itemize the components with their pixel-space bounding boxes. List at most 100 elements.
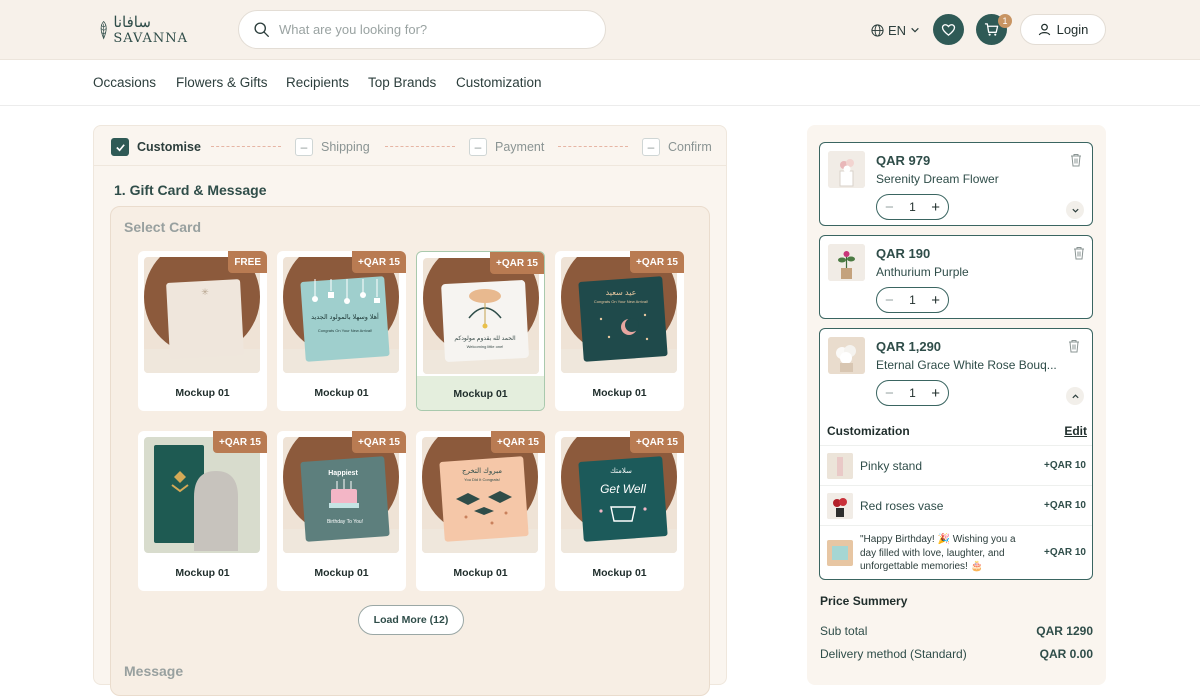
expand-button[interactable] bbox=[1066, 201, 1084, 219]
card-option-7[interactable]: مبروك التخرج You Did It Congrats! +QAR 1… bbox=[416, 431, 545, 591]
addon-thumbnail bbox=[827, 540, 853, 566]
step-divider bbox=[558, 146, 628, 147]
step-shipping[interactable]: – Shipping bbox=[295, 138, 370, 156]
card-price-tag: +QAR 15 bbox=[352, 251, 406, 273]
nav-item-top-brands[interactable]: Top Brands bbox=[368, 75, 436, 90]
svg-text:سلامتك: سلامتك bbox=[610, 468, 632, 475]
svg-text:عيد سعيد: عيد سعيد bbox=[606, 288, 637, 297]
card-label: Mockup 01 bbox=[175, 567, 230, 579]
product-thumbnail bbox=[828, 151, 865, 188]
card-option-4[interactable]: عيد سعيد Congrats On Your New Arrival! +… bbox=[555, 251, 684, 411]
card-option-1[interactable]: ✳ FREE Mockup 01 bbox=[138, 251, 267, 411]
cart-item-1: QAR 979 Serenity Dream Flower − 1 + bbox=[819, 142, 1093, 226]
card-option-5[interactable]: +QAR 15 Mockup 01 bbox=[138, 431, 267, 591]
decrement-button[interactable]: − bbox=[885, 199, 894, 216]
item-name: Eternal Grace White Rose Bouq... bbox=[876, 358, 1057, 372]
delivery-value: QAR 0.00 bbox=[1039, 647, 1093, 661]
customization-row: Pinky stand +QAR 10 bbox=[820, 445, 1092, 485]
cart-count-badge: 1 bbox=[998, 14, 1012, 28]
step-label: Payment bbox=[495, 140, 545, 154]
svg-text:أهلا وسهلا بالمولود الجديد: أهلا وسهلا بالمولود الجديد bbox=[311, 312, 379, 321]
addon-price: +QAR 10 bbox=[1044, 547, 1086, 558]
nav-item-customization[interactable]: Customization bbox=[456, 75, 542, 90]
card-option-8[interactable]: سلامتك Get Well +QAR 15 Mockup 01 bbox=[555, 431, 684, 591]
addon-price: +QAR 10 bbox=[1044, 460, 1086, 471]
customization-row: "Happy Birthday! 🎉 Wishing you a day fil… bbox=[820, 525, 1092, 579]
logo-english-text: SAVANNA bbox=[113, 31, 188, 46]
card-image bbox=[144, 437, 260, 553]
item-price: QAR 979 bbox=[876, 153, 931, 168]
cart-summary-panel: QAR 979 Serenity Dream Flower − 1 + QAR … bbox=[807, 125, 1106, 685]
leaf-logo-icon bbox=[100, 20, 107, 40]
login-button[interactable]: Login bbox=[1020, 14, 1106, 45]
search-bar[interactable] bbox=[238, 10, 606, 49]
step-confirm[interactable]: – Confirm bbox=[642, 138, 712, 156]
trash-icon[interactable] bbox=[1070, 153, 1082, 167]
checkout-main-panel: Customise – Shipping – Payment – Confirm… bbox=[93, 125, 727, 696]
decrement-button[interactable]: − bbox=[885, 385, 894, 402]
quantity-stepper[interactable]: − 1 + bbox=[876, 194, 949, 220]
trash-icon[interactable] bbox=[1073, 246, 1085, 260]
collapse-button[interactable] bbox=[1066, 387, 1084, 405]
card-image: أهلا وسهلا بالمولود الجديد Congrats On Y… bbox=[283, 257, 399, 373]
customization-row: Red roses vase +QAR 10 bbox=[820, 485, 1092, 525]
nav-item-recipients[interactable]: Recipients bbox=[286, 75, 349, 90]
card-label: Mockup 01 bbox=[592, 387, 647, 399]
increment-button[interactable]: + bbox=[931, 292, 940, 309]
card-price-tag: +QAR 15 bbox=[352, 431, 406, 453]
load-more-button[interactable]: Load More (12) bbox=[358, 605, 464, 635]
addon-name: Pinky stand bbox=[860, 459, 923, 473]
main-nav: Occasions Flowers & Gifts Recipients Top… bbox=[0, 60, 1200, 106]
card-image: مبروك التخرج You Did It Congrats! bbox=[422, 437, 538, 553]
subtotal-label: Sub total bbox=[820, 624, 868, 638]
savanna-logo[interactable]: سافانا SAVANNA bbox=[98, 12, 188, 48]
addon-price: +QAR 10 bbox=[1044, 500, 1086, 511]
nav-item-occasions[interactable]: Occasions bbox=[93, 75, 156, 90]
step-divider bbox=[211, 146, 281, 147]
globe-icon bbox=[871, 23, 884, 37]
card-price-tag: FREE bbox=[228, 251, 267, 273]
decrement-button[interactable]: − bbox=[885, 292, 894, 309]
card-image: سلامتك Get Well bbox=[561, 437, 677, 553]
chevron-up-icon bbox=[1071, 393, 1079, 398]
svg-text:Congrats On Your New Arrival!: Congrats On Your New Arrival! bbox=[594, 299, 648, 304]
minus-icon: – bbox=[469, 138, 487, 156]
card-label: Mockup 01 bbox=[314, 567, 369, 579]
cart-icon bbox=[984, 23, 999, 36]
card-option-2[interactable]: أهلا وسهلا بالمولود الجديد Congrats On Y… bbox=[277, 251, 406, 411]
svg-text:✳: ✳ bbox=[201, 287, 209, 297]
svg-text:You Did It Congrats!: You Did It Congrats! bbox=[464, 477, 500, 482]
step-customise[interactable]: Customise bbox=[111, 138, 201, 156]
card-image: عيد سعيد Congrats On Your New Arrival! bbox=[561, 257, 677, 373]
minus-icon: – bbox=[295, 138, 313, 156]
card-price-tag: +QAR 15 bbox=[630, 251, 684, 273]
increment-button[interactable]: + bbox=[931, 385, 940, 402]
step-label: Confirm bbox=[668, 140, 712, 154]
subtotal-row: Sub total QAR 1290 bbox=[820, 624, 1093, 638]
gift-card-section-title: 1. Gift Card & Message bbox=[114, 182, 267, 198]
cart-item-3: QAR 1,290 Eternal Grace White Rose Bouq.… bbox=[819, 328, 1093, 580]
card-option-6[interactable]: Happiest Birthday To You! +QAR 15 Mockup… bbox=[277, 431, 406, 591]
card-image: Happiest Birthday To You! bbox=[283, 437, 399, 553]
card-image: الحمد لله بقدوم مولودكم Welcoming little… bbox=[423, 258, 539, 374]
quantity-stepper[interactable]: − 1 + bbox=[876, 380, 949, 406]
card-price-tag: +QAR 15 bbox=[630, 431, 684, 453]
card-option-3-selected[interactable]: الحمد لله بقدوم مولودكم Welcoming little… bbox=[416, 251, 545, 411]
item-price: QAR 190 bbox=[876, 246, 931, 261]
quantity-stepper[interactable]: − 1 + bbox=[876, 287, 949, 313]
language-selector[interactable]: EN bbox=[871, 20, 920, 40]
logo-arabic-text: سافانا bbox=[113, 13, 151, 31]
customization-edit-link[interactable]: Edit bbox=[1064, 424, 1087, 438]
card-selector: Select Card ✳ FREE Mockup 01 أهلا وسهلا … bbox=[110, 206, 710, 696]
increment-button[interactable]: + bbox=[931, 199, 940, 216]
nav-item-flowers-gifts[interactable]: Flowers & Gifts bbox=[176, 75, 268, 90]
trash-icon[interactable] bbox=[1068, 339, 1080, 353]
wishlist-button[interactable] bbox=[933, 14, 964, 45]
card-label: Mockup 01 bbox=[417, 376, 544, 410]
svg-text:Congrats On Your New Arrival!: Congrats On Your New Arrival! bbox=[318, 328, 372, 333]
step-payment[interactable]: – Payment bbox=[469, 138, 544, 156]
card-label: Mockup 01 bbox=[453, 567, 508, 579]
step-divider bbox=[385, 146, 455, 147]
search-input[interactable] bbox=[279, 22, 579, 37]
price-summary-title: Price Summery bbox=[820, 594, 908, 608]
